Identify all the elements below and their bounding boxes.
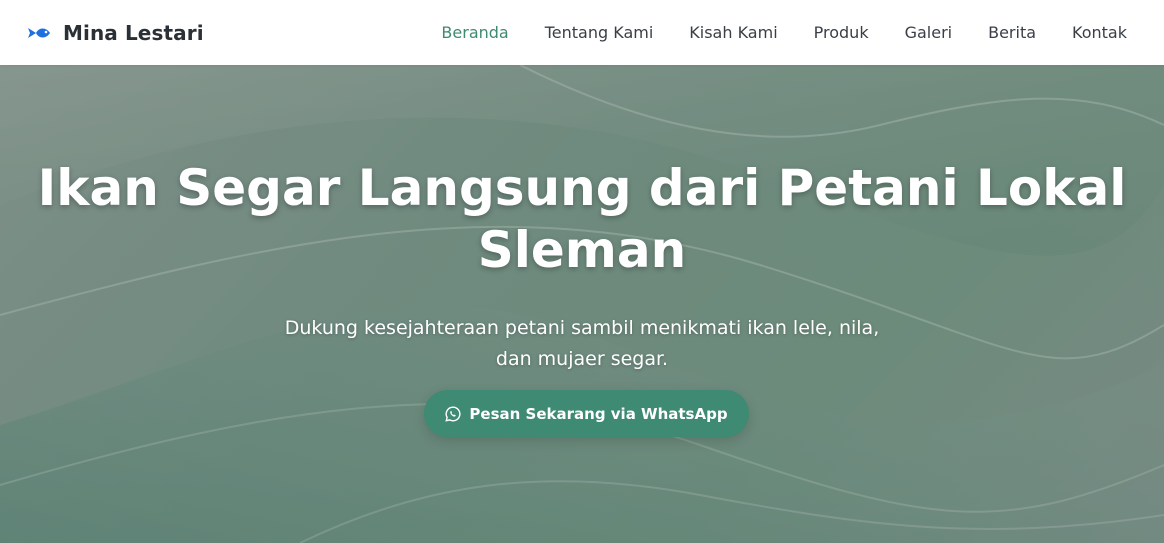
hero-section: Ikan Segar Langsung dari Petani Lokal Sl… — [0, 65, 1164, 543]
nav-item-beranda[interactable]: Beranda — [441, 23, 508, 42]
hero-subtitle-line-2: dan mujaer segar. — [495, 348, 669, 370]
whatsapp-order-button[interactable]: Pesan Sekarang via WhatsApp — [424, 390, 749, 437]
brand-logo[interactable]: Mina Lestari — [27, 21, 204, 45]
hero-title: Ikan Segar Langsung dari Petani Lokal Sl… — [20, 157, 1144, 281]
hero-subtitle: Dukung kesejahteraan petani sambil menik… — [262, 313, 902, 375]
main-nav: Beranda Tentang Kami Kisah Kami Produk G… — [405, 23, 1127, 42]
whatsapp-icon — [445, 405, 461, 422]
nav-item-produk[interactable]: Produk — [814, 23, 869, 42]
hero-title-line-1: Ikan Segar Langsung dari Petani Lokal — [37, 159, 1127, 217]
brand-name: Mina Lestari — [63, 20, 204, 45]
nav-item-galeri[interactable]: Galeri — [905, 23, 953, 42]
whatsapp-order-label: Pesan Sekarang via WhatsApp — [469, 404, 728, 423]
hero-subtitle-line-1: Dukung kesejahteraan petani sambil menik… — [284, 317, 880, 339]
nav-item-kontak[interactable]: Kontak — [1072, 23, 1127, 42]
top-navbar: Mina Lestari Beranda Tentang Kami Kisah … — [0, 0, 1164, 65]
nav-item-tentang-kami[interactable]: Tentang Kami — [545, 23, 654, 42]
hero-content: Ikan Segar Langsung dari Petani Lokal Sl… — [0, 65, 1164, 543]
nav-item-kisah-kami[interactable]: Kisah Kami — [689, 23, 777, 42]
hero-title-line-2: Sleman — [477, 221, 687, 279]
fish-icon — [28, 27, 50, 38]
nav-item-berita[interactable]: Berita — [988, 23, 1036, 42]
